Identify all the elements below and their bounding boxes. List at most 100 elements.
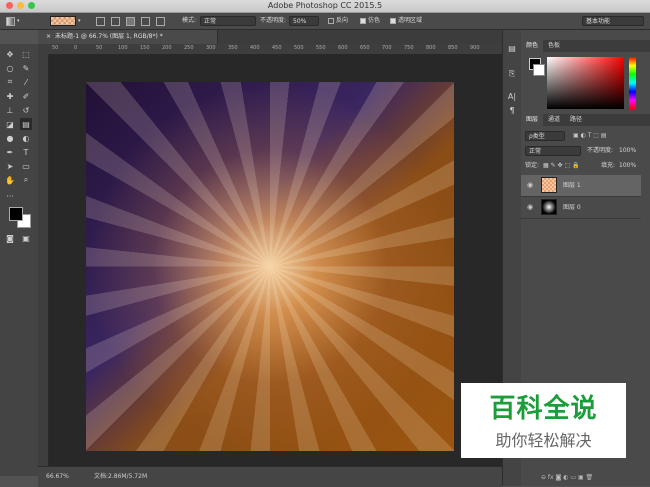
- close-tab-icon[interactable]: ×: [46, 33, 51, 40]
- ruler-tick-label: 200: [162, 45, 172, 51]
- foreground-color-swatch[interactable]: [9, 207, 23, 221]
- ruler-tick-label: 400: [250, 45, 260, 51]
- history-panel-icon[interactable]: ▤: [506, 42, 518, 54]
- bg-color-chip[interactable]: [533, 64, 545, 76]
- lasso-tool-icon[interactable]: ○: [4, 62, 16, 74]
- tab-channels[interactable]: 通道: [543, 114, 565, 126]
- linear-gradient-icon[interactable]: [96, 16, 105, 26]
- eye-icon[interactable]: ◉: [527, 197, 533, 218]
- vertical-ruler: [38, 54, 49, 466]
- gradient-picker[interactable]: ▾: [50, 13, 81, 29]
- ruler-tick-label: 800: [426, 45, 436, 51]
- mode-select[interactable]: 正常: [200, 16, 256, 26]
- mode-label: 模式:: [182, 17, 197, 24]
- tab-layers[interactable]: 图层: [521, 114, 544, 126]
- ruler-tick-label: 150: [140, 45, 150, 51]
- blend-row: 正常 不透明度: 100%: [521, 145, 650, 157]
- gradient-swatch[interactable]: [50, 16, 76, 26]
- ruler-tick-label: 0: [74, 45, 78, 51]
- opacity-input[interactable]: 50%: [289, 16, 319, 26]
- clone-stamp-tool-icon[interactable]: ⊥: [4, 104, 16, 116]
- reverse-label: 反向: [336, 17, 349, 24]
- color-field[interactable]: [547, 57, 624, 109]
- shape-tool-icon[interactable]: ▭: [20, 160, 32, 172]
- pen-tool-icon[interactable]: ✒: [4, 146, 16, 158]
- ruler-tick-label: 50: [96, 45, 103, 51]
- watermark-subtitle: 助你轻松解决: [495, 431, 592, 450]
- history-brush-tool-icon[interactable]: ↺: [20, 104, 32, 116]
- layer-row-0[interactable]: ◉ 图层 0: [521, 197, 641, 219]
- color-panel-tabs: 颜色 色板: [521, 40, 650, 52]
- layer-kind-select[interactable]: ρ类型: [525, 131, 565, 141]
- ruler-corner: [38, 44, 50, 54]
- document-tab-title: 未标题-1 @ 66.7% (图层 1, RGB/8*) *: [55, 33, 163, 40]
- brush-tool-icon[interactable]: ✐: [20, 90, 32, 102]
- hand-tool-icon[interactable]: ✋: [4, 174, 16, 186]
- properties-panel-icon[interactable]: ⎘: [506, 68, 518, 80]
- document-tab[interactable]: × 未标题-1 @ 66.7% (图层 1, RGB/8*) *: [38, 30, 218, 44]
- gradient-type-group: [96, 13, 165, 29]
- window-title: Adobe Photoshop CC 2015.5: [267, 1, 383, 10]
- watermark-title: 百科全说: [489, 394, 598, 424]
- move-tool-icon[interactable]: ✥: [4, 48, 16, 60]
- quick-select-tool-icon[interactable]: ✎: [20, 62, 32, 74]
- zoom-level[interactable]: 66.67%: [46, 467, 69, 487]
- crop-tool-icon[interactable]: ⌗: [4, 76, 16, 88]
- layer-row-1[interactable]: ◉ 图层 1: [521, 175, 641, 197]
- eye-icon[interactable]: ◉: [527, 175, 533, 196]
- layer-name[interactable]: 图层 1: [563, 175, 581, 196]
- ruler-tick-label: 650: [360, 45, 370, 51]
- tab-color[interactable]: 颜色: [521, 40, 544, 52]
- dither-label: 仿色: [368, 17, 381, 24]
- ruler-tick-label: 50: [52, 45, 59, 51]
- character-panel-icon[interactable]: A|: [506, 90, 518, 102]
- checkbox-checked-icon: [360, 18, 366, 24]
- transparency-checkbox[interactable]: 透明区域: [390, 13, 422, 29]
- filter-icons[interactable]: ▣ ◐ T ⬚ ▤: [573, 130, 607, 142]
- checkbox-icon: [328, 18, 334, 24]
- more-tools-icon[interactable]: ···: [4, 190, 16, 202]
- screen-mode-icon[interactable]: ▣: [20, 232, 32, 244]
- ruler-tick-label: 450: [272, 45, 282, 51]
- radial-gradient-icon[interactable]: [111, 16, 120, 26]
- path-select-tool-icon[interactable]: ➤: [4, 160, 16, 172]
- title-bar: Adobe Photoshop CC 2015.5: [0, 0, 650, 13]
- gradient-tool-icon[interactable]: ▤: [20, 118, 32, 130]
- angle-rays: [86, 82, 454, 451]
- reflected-gradient-icon[interactable]: [141, 16, 150, 26]
- eyedropper-tool-icon[interactable]: ⁄: [20, 76, 32, 88]
- zoom-tool-icon[interactable]: ⌕: [20, 174, 32, 186]
- blur-tool-icon[interactable]: ●: [4, 132, 16, 144]
- layers-footer: ⊖ fx ◙ ◐ ▭ ▣ 🗑: [521, 472, 650, 484]
- status-bar: 66.67% 文档:2.86M/5.72M: [38, 466, 502, 487]
- tab-paths[interactable]: 路径: [565, 114, 587, 126]
- ruler-tick-label: 700: [382, 45, 392, 51]
- layer-name[interactable]: 图层 0: [563, 197, 581, 218]
- tool-preset-picker[interactable]: ▾: [6, 13, 20, 29]
- blend-mode-select[interactable]: 正常: [525, 146, 581, 156]
- document-size[interactable]: 文档:2.86M/5.72M: [94, 467, 147, 487]
- eraser-tool-icon[interactable]: ◪: [4, 118, 16, 130]
- paragraph-panel-icon[interactable]: ¶: [506, 104, 518, 116]
- diamond-gradient-icon[interactable]: [156, 16, 165, 26]
- angle-gradient-icon[interactable]: [126, 16, 135, 26]
- reverse-checkbox[interactable]: 反向: [328, 13, 348, 29]
- marquee-tool-icon[interactable]: ⬚: [20, 48, 32, 60]
- document-canvas[interactable]: [86, 82, 454, 451]
- ruler-tick-label: 300: [206, 45, 216, 51]
- type-tool-icon[interactable]: T: [20, 146, 32, 158]
- fill-value[interactable]: 100%: [619, 160, 636, 172]
- lock-label: 锁定:: [525, 162, 540, 169]
- watermark: 百科全说 助你轻松解决: [461, 383, 626, 458]
- hue-slider[interactable]: [629, 57, 636, 109]
- dither-checkbox[interactable]: 仿色: [360, 13, 380, 29]
- layer-opacity-value[interactable]: 100%: [619, 145, 636, 157]
- lock-icons[interactable]: ▦ ✎ ✥ ⬚ 🔒: [543, 160, 580, 172]
- dodge-tool-icon[interactable]: ◐: [20, 132, 32, 144]
- ruler-tick-label: 600: [338, 45, 348, 51]
- tab-swatches[interactable]: 色板: [543, 40, 565, 52]
- quick-mask-icon[interactable]: ◙: [4, 232, 16, 244]
- workspace-select[interactable]: 基本功能: [582, 16, 644, 26]
- layer-actions-icons[interactable]: ⊖ fx ◙ ◐ ▭ ▣ 🗑: [541, 472, 593, 484]
- healing-tool-icon[interactable]: ✚: [4, 90, 16, 102]
